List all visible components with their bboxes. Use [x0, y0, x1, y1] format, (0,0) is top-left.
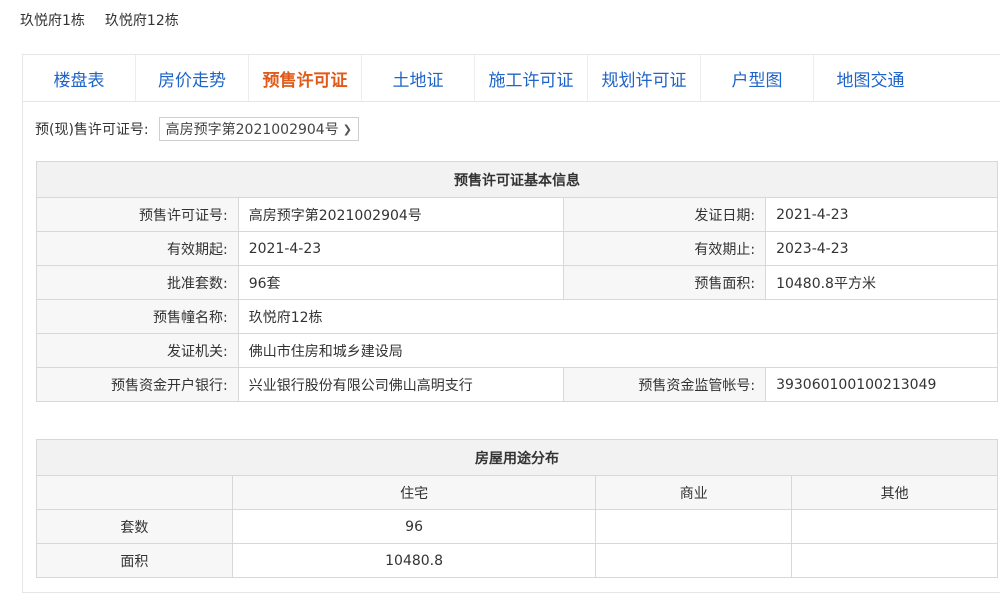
bank-value: 兴业银行股份有限公司佛山高明支行 [237, 367, 565, 402]
area-other [791, 543, 998, 578]
tab-land-certificate[interactable]: 土地证 [362, 55, 475, 101]
license-select-value: 高房预字第2021002904号 [165, 122, 339, 138]
table-row: 预售资金开户银行: 兴业银行股份有限公司佛山高明支行 预售资金监管帐号: 393… [36, 367, 998, 402]
approved-units-label: 批准套数: [36, 265, 239, 300]
tab-presale-license[interactable]: 预售许可证 [249, 55, 362, 101]
table-row: 预售许可证号: 高房预字第2021002904号 发证日期: 2021-4-23 [36, 197, 998, 232]
basic-info-title: 预售许可证基本信息 [36, 161, 998, 198]
units-commercial [595, 509, 793, 544]
units-other [791, 509, 998, 544]
authority-value: 佛山市住房和城乡建设局 [237, 333, 999, 368]
usage-title: 房屋用途分布 [36, 439, 998, 476]
account-label: 预售资金监管帐号: [563, 367, 767, 402]
area-residential: 10480.8 [231, 543, 597, 578]
tab-floor-plans[interactable]: 户型图 [701, 55, 814, 101]
license-no-label: 预售许可证号: [36, 197, 239, 232]
authority-label: 发证机关: [36, 333, 239, 368]
valid-to-value: 2023-4-23 [765, 231, 998, 266]
column-header-commercial: 商业 [595, 475, 793, 510]
issue-date-value: 2021-4-23 [765, 197, 998, 232]
building-link-12[interactable]: 玖悦府12栋 [105, 10, 179, 30]
table-row: 发证机关: 佛山市住房和城乡建设局 [36, 333, 999, 368]
bank-label: 预售资金开户银行: [36, 367, 239, 402]
license-select[interactable]: 高房预字第2021002904号 ❯ [158, 117, 359, 141]
valid-to-label: 有效期止: [563, 231, 767, 266]
license-selector-row: 预(现)售许可证号: 高房预字第2021002904号 ❯ [35, 117, 359, 141]
usage-distribution-table: 房屋用途分布 住宅 商业 其他 套数 96 面积 10480.8 [36, 439, 998, 578]
presale-area-value: 10480.8平方米 [765, 265, 998, 300]
building-value: 玖悦府12栋 [237, 299, 999, 334]
usage-corner-cell [36, 475, 233, 510]
tab-price-trend[interactable]: 房价走势 [136, 55, 249, 101]
approved-units-value: 96套 [237, 265, 565, 300]
valid-from-value: 2021-4-23 [237, 231, 565, 266]
tab-map-traffic[interactable]: 地图交通 [814, 55, 927, 101]
building-links: 玖悦府1栋 玖悦府12栋 [20, 10, 179, 30]
area-commercial [595, 543, 793, 578]
tab-construction-permit[interactable]: 施工许可证 [475, 55, 588, 101]
column-header-other: 其他 [791, 475, 998, 510]
account-value: 393060100100213049 [765, 367, 998, 402]
table-row: 预售幢名称: 玖悦府12栋 [36, 299, 999, 334]
valid-from-label: 有效期起: [36, 231, 239, 266]
row-label-units: 套数 [36, 509, 233, 544]
units-residential: 96 [231, 509, 597, 544]
tab-planning-permit[interactable]: 规划许可证 [588, 55, 701, 101]
tab-building-table[interactable]: 楼盘表 [23, 55, 136, 101]
table-row: 面积 10480.8 [36, 543, 998, 578]
table-row: 套数 96 [36, 509, 998, 544]
table-row: 批准套数: 96套 预售面积: 10480.8平方米 [36, 265, 998, 300]
tab-bar: 楼盘表 房价走势 预售许可证 土地证 施工许可证 规划许可证 户型图 地图交通 [23, 55, 1000, 102]
license-no-value: 高房预字第2021002904号 [237, 197, 565, 232]
issue-date-label: 发证日期: [563, 197, 767, 232]
building-link-1[interactable]: 玖悦府1栋 [20, 10, 85, 30]
presale-basic-info-table: 预售许可证基本信息 预售许可证号: 高房预字第2021002904号 发证日期:… [36, 161, 999, 402]
column-header-residential: 住宅 [231, 475, 597, 510]
row-label-area: 面积 [36, 543, 233, 578]
presale-area-label: 预售面积: [563, 265, 767, 300]
license-select-label: 预(现)售许可证号: [35, 122, 149, 138]
chevron-down-icon: ❯ [342, 122, 352, 136]
content-panel: 楼盘表 房价走势 预售许可证 土地证 施工许可证 规划许可证 户型图 地图交通 … [22, 54, 1000, 593]
table-header-row: 住宅 商业 其他 [36, 475, 998, 510]
building-label: 预售幢名称: [36, 299, 239, 334]
table-row: 有效期起: 2021-4-23 有效期止: 2023-4-23 [36, 231, 998, 266]
